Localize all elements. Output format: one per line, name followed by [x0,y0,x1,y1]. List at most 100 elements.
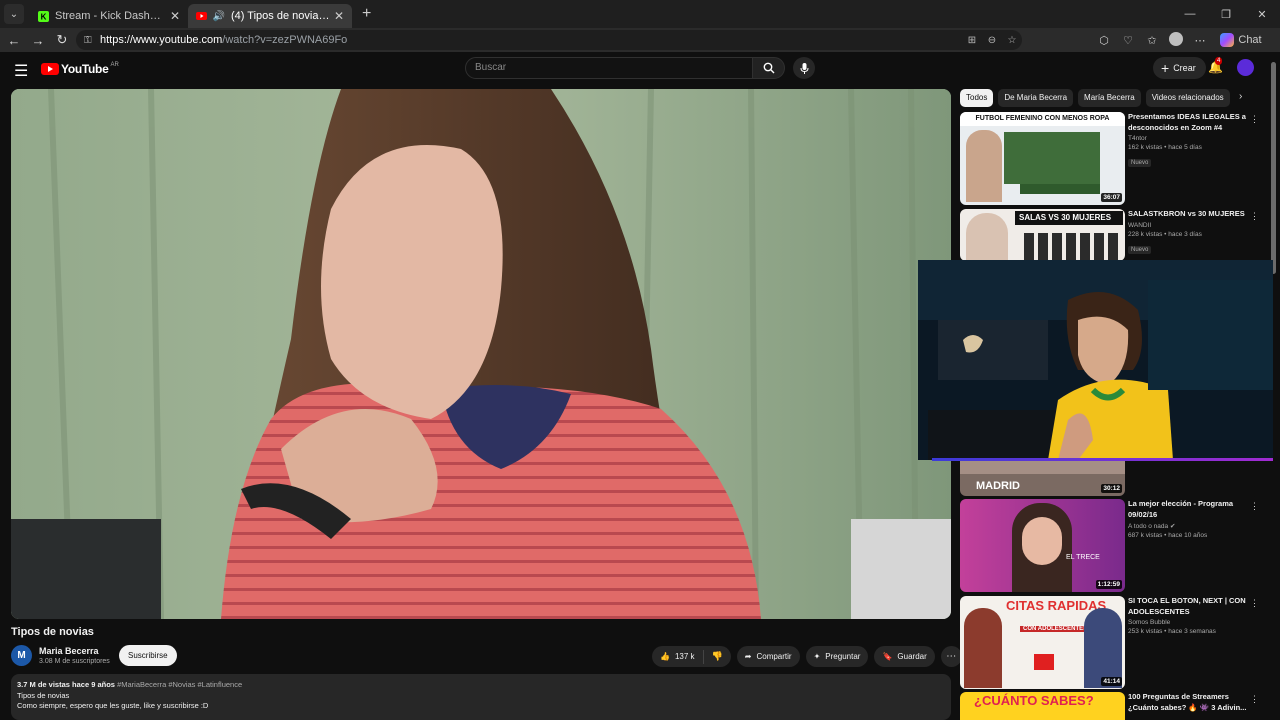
new-tab-icon[interactable]: + [362,5,371,23]
like-button[interactable]: 👍 137 k [652,649,704,664]
recommendation-channel[interactable]: Somos Bubble [1128,619,1248,626]
profile-icon[interactable] [1164,31,1188,49]
webcam-frame [918,260,1273,460]
more-options-icon[interactable]: ⋮ [1250,501,1259,512]
page: ⌄ K Stream - Kick Dashboard ✕ 🔊 (4) Tipo… [0,0,1280,720]
video-duration: 1:12:59 [1095,580,1122,589]
video-duration: 36:07 [1101,193,1122,202]
video-thumbnail[interactable]: EL TRECE 1:12:59 [960,499,1125,592]
recommendation-item[interactable]: SALAS VS 30 MUJERES SALASTKBRON vs 30 MU… [960,209,1260,261]
reload-icon[interactable]: ↻ [50,32,74,48]
close-tab-icon[interactable]: ✕ [334,9,344,23]
address-bar[interactable]: ⚿ https://www.youtube.com/watch?v=zezPWN… [76,30,1022,50]
search-button[interactable] [752,57,785,79]
video-thumbnail[interactable]: FUTBOL FEMENINO CON MENOS ROPA 36:07 [960,112,1125,205]
more-actions-button[interactable]: ⋯ [940,646,962,667]
thumbs-down-icon: 👎 [711,651,723,661]
ellipsis-icon: ⋯ [946,651,957,662]
new-badge: Nuevo [1128,245,1152,254]
more-menu-icon[interactable]: ⋯ [1188,34,1212,47]
kick-icon: K [38,10,49,22]
hamburger-menu-icon[interactable]: ☰ [14,61,28,81]
forward-icon[interactable]: → [26,33,50,48]
close-window-icon[interactable]: ✕ [1244,8,1280,21]
youtube-wordmark: YouTube [61,62,109,76]
chat-button[interactable]: Chat [1220,33,1262,47]
tab-actions-menu-button[interactable]: ⌄ [4,4,24,24]
video-player[interactable] [11,89,951,619]
share-button[interactable]: ➦ Compartir [736,646,800,667]
save-button[interactable]: 🔖 Guardar [874,646,935,667]
filter-chips: Todos De Maria Becerra María Becerra Vid… [960,89,1230,107]
video-thumbnail[interactable]: MADRID 30:12 [960,460,1125,496]
browser-essentials-icon[interactable]: ♡ [1116,34,1140,47]
more-options-icon[interactable]: ⋮ [1250,598,1259,609]
create-button[interactable]: + Crear [1153,57,1206,79]
more-options-icon[interactable]: ⋮ [1250,694,1259,705]
recommendation-title[interactable]: SALASTKBRON vs 30 MUJERES [1128,209,1248,220]
speaker-icon[interactable]: 🔊 [213,11,225,22]
tab-kick-dashboard[interactable]: K Stream - Kick Dashboard ✕ [30,4,188,28]
favorites-icon[interactable]: ✩ [1140,34,1164,47]
video-duration: 41:14 [1101,677,1122,686]
more-options-icon[interactable]: ⋮ [1250,114,1259,125]
minimize-icon[interactable]: — [1172,8,1208,20]
youtube-logo[interactable]: YouTube AR [41,62,119,76]
account-avatar[interactable] [1237,59,1254,76]
recommendation-title[interactable]: SI TOCA EL BOTON, NEXT | CON ADOLESCENTE… [1128,596,1248,617]
favorite-star-icon[interactable]: ☆ [1002,35,1022,46]
back-icon[interactable]: ← [2,33,26,48]
recommendation-title[interactable]: 100 Preguntas de Streamers ¿Cuánto sabes… [1128,692,1248,713]
video-actions: 👍 137 k 👎 ➦ Compartir ✦ Preguntar 🔖 Guardar … [652,646,962,667]
tab-strip: ⌄ K Stream - Kick Dashboard ✕ 🔊 (4) Tipo… [0,0,1280,28]
recommendation-title[interactable]: Presentamos IDEAS ILEGALES a desconocido… [1128,112,1248,133]
dislike-button[interactable]: 👎 [704,651,731,662]
close-tab-icon[interactable]: ✕ [170,9,180,23]
recommendation-item[interactable]: EL TRECE 1:12:59 La mejor elección - Pro… [960,499,1260,594]
recommendation-channel[interactable]: A todo o nada ✔ [1128,522,1248,530]
recommendation-item[interactable]: CITAS RAPIDAS CON ADOLESCENTES 41:14 SI … [960,596,1260,691]
view-stats: 3.7 M de vistas hace 9 años [17,680,115,689]
overlay-accent-bar [932,458,1273,461]
create-label: Crear [1173,63,1196,73]
more-options-icon[interactable]: ⋮ [1250,211,1259,222]
subscriber-count: 3.08 M de suscriptores [39,658,110,665]
app-available-icon[interactable]: ⊞ [962,35,982,46]
share-icon: ➦ [744,652,752,661]
recommendation-item[interactable]: MADRID 30:12 [960,460,1260,496]
chevron-right-icon[interactable]: › [1239,91,1242,102]
description-box[interactable]: 3.7 M de vistas hace 9 años #MariaBecerr… [11,674,951,720]
tab-youtube[interactable]: 🔊 (4) Tipos de novias - YouTube ✕ [188,4,352,28]
zoom-icon[interactable]: ⊖ [982,35,1002,46]
recommendation-channel[interactable]: T4ntor [1128,135,1248,142]
chip-maria-becerra[interactable]: María Becerra [1078,89,1141,107]
search-input[interactable]: Buscar [465,57,753,79]
thumbnail-caption: EL TRECE [1066,554,1100,561]
site-info-icon[interactable]: ⚿ [84,35,96,46]
recommendation-item[interactable]: ¿CUÁNTO SABES? 100 Preguntas de Streamer… [960,692,1260,720]
recommendation-title[interactable]: La mejor elección - Programa 09/02/16 [1128,499,1248,520]
voice-search-button[interactable] [793,57,815,79]
url-path: /watch?v=zezPWNA69Fo [222,34,348,46]
tab-title: (4) Tipos de novias - YouTube [231,10,330,22]
like-dislike-group: 👍 137 k 👎 [652,646,731,667]
video-thumbnail[interactable]: CITAS RAPIDAS CON ADOLESCENTES 41:14 [960,596,1125,689]
youtube-header: ☰ YouTube AR Buscar + Crear 🔔 4 [0,52,1280,86]
chip-de-maria-becerra[interactable]: De Maria Becerra [998,89,1074,107]
video-thumbnail[interactable]: ¿CUÁNTO SABES? [960,692,1125,720]
recommendation-channel[interactable]: WANDII [1128,222,1248,229]
country-code: AR [110,62,119,68]
recommendation-item[interactable]: FUTBOL FEMENINO CON MENOS ROPA 36:07 Pre… [960,112,1260,207]
channel-name[interactable]: Maria Becerra [39,646,99,656]
channel-avatar[interactable]: M [11,645,32,666]
like-count: 137 k [674,652,695,661]
restore-icon[interactable]: ❐ [1208,8,1244,21]
ask-button[interactable]: ✦ Preguntar [805,646,869,667]
chip-videos-relacionados[interactable]: Videos relacionados [1145,89,1230,107]
video-thumbnail[interactable]: SALAS VS 30 MUJERES [960,209,1125,261]
subscribe-button[interactable]: Suscribirse [119,645,177,666]
hashtags[interactable]: #MariaBecerra #Novias #Latinfluence [117,680,242,689]
page-scrollbar[interactable] [1271,62,1276,274]
chip-todos[interactable]: Todos [960,89,994,107]
extensions-icon[interactable]: ⬡ [1092,34,1116,47]
